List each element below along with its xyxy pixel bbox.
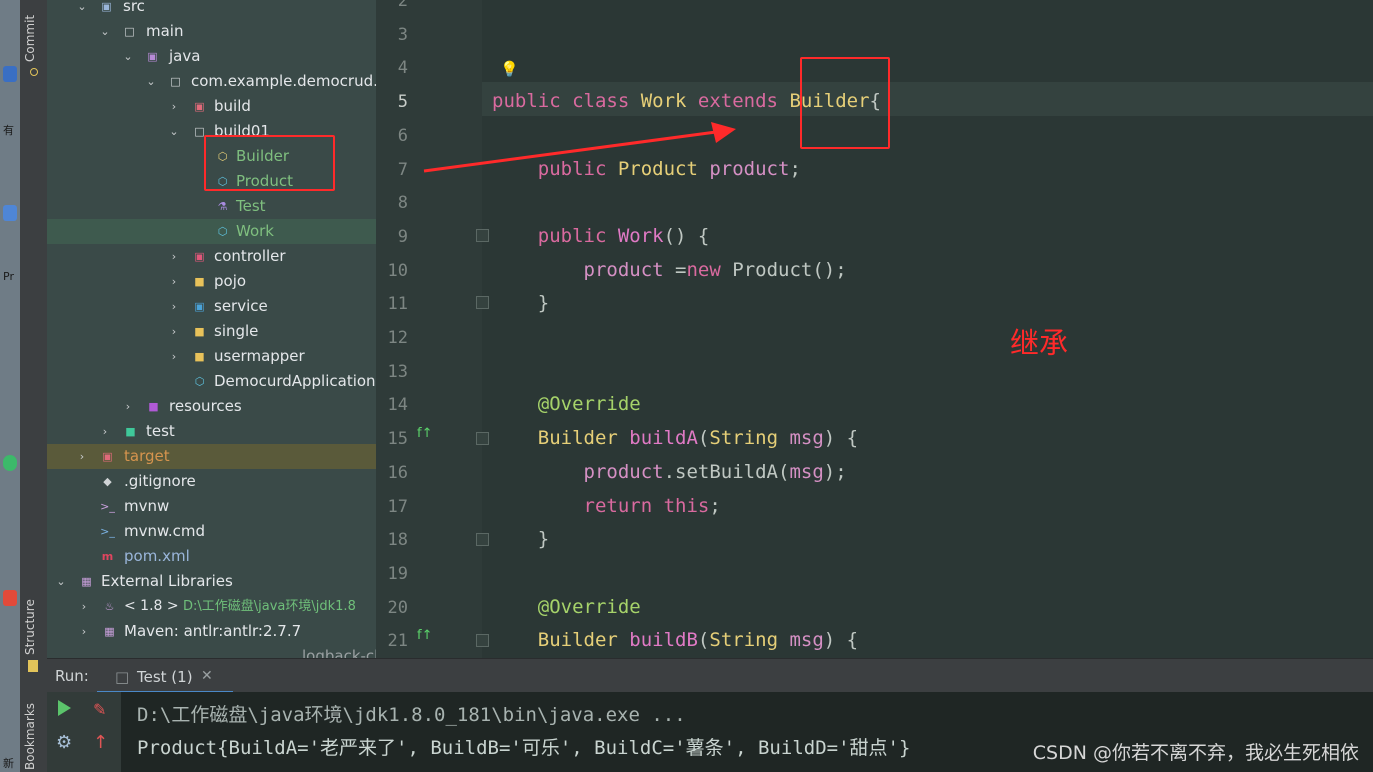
run-tab-test[interactable]: □ Test (1) ✕: [97, 663, 233, 694]
settings-gear-icon[interactable]: ⚙: [56, 732, 72, 753]
console-line: D:\工作磁盘\java环境\jdk1.8.0_181\bin\java.exe…: [137, 704, 686, 726]
close-icon[interactable]: ✕: [201, 668, 213, 684]
console-line: Product{BuildA='老严来了', BuildB='可乐', Buil…: [137, 737, 911, 759]
run-config-icon: □: [115, 668, 130, 686]
console-toolbar: ✎ ⚙ ↑: [47, 692, 121, 772]
annotation-arrow: [423, 122, 736, 173]
run-label: Run:: [55, 667, 89, 685]
scroll-up-icon[interactable]: ↑: [93, 732, 108, 753]
run-toolbar: Run: □ Test (1) ✕: [47, 658, 1373, 694]
stop-icon[interactable]: ✎: [93, 700, 106, 719]
rerun-icon[interactable]: [58, 700, 71, 716]
watermark: CSDN @你若不离不弃，我必生死相依: [1032, 742, 1359, 764]
run-tab-label: Test (1): [137, 668, 193, 686]
